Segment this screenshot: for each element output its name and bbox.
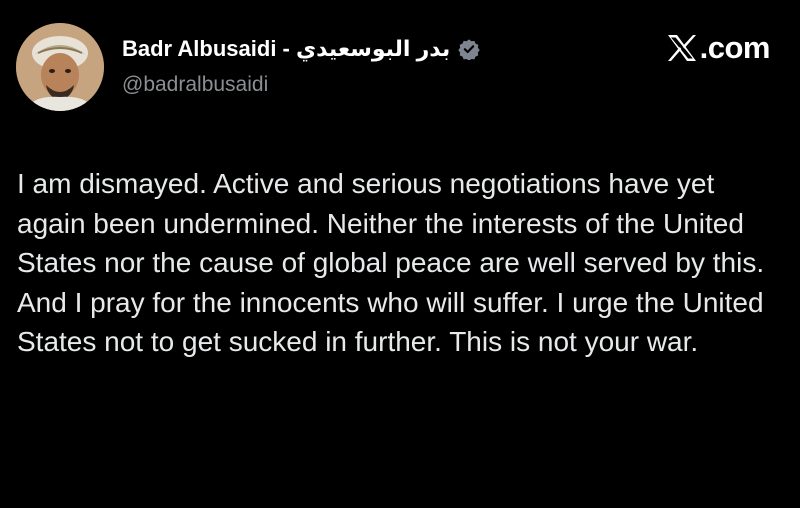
post-card: Badr Albusaidi - بدر البوسعيدي @badralbu… (0, 0, 800, 508)
verified-badge-icon (458, 38, 480, 61)
post-text: I am dismayed. Active and serious negoti… (17, 168, 765, 358)
avatar-image (16, 23, 104, 111)
author-handle[interactable]: @badralbusaidi (122, 73, 268, 97)
brand-mark: .com (666, 30, 771, 66)
x-logo-icon (666, 33, 698, 63)
author-row: Badr Albusaidi - بدر البوسعيدي (122, 34, 480, 64)
brand-domain: .com (699, 30, 771, 65)
avatar[interactable] (16, 23, 104, 111)
author-name[interactable]: Badr Albusaidi - بدر البوسعيدي (122, 36, 450, 62)
